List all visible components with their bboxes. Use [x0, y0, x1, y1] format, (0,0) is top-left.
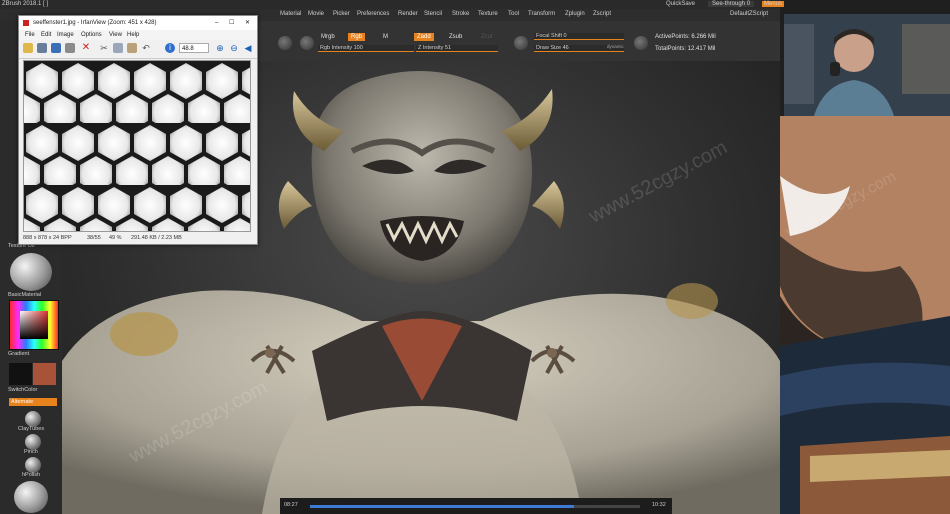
material-preview-icon[interactable]: [10, 253, 52, 291]
viewer-title: seeffenster1.jpg - IrfanView (Zoom: 451 …: [33, 20, 157, 26]
pinch-label: Pinch: [24, 449, 38, 455]
menu-material[interactable]: Material: [280, 11, 301, 17]
see-through-slider[interactable]: See-through 0: [708, 1, 755, 7]
zbrush-title-bar: ZBrush 2018.1 [ ] QuickSave See-through …: [0, 0, 785, 9]
material-sphere-icon[interactable]: [278, 36, 292, 50]
image-dimensions: 888 x 878 x 24 BPP: [23, 235, 72, 241]
hexagon-texture-image: [23, 60, 251, 232]
color-picker[interactable]: [9, 300, 59, 350]
maximize-icon[interactable]: ☐: [229, 16, 234, 30]
pinch-brush-icon[interactable]: [25, 434, 41, 450]
mrgb-button[interactable]: Mrgb: [318, 33, 338, 41]
elapsed-time: 08:27: [284, 502, 298, 508]
menu-texture[interactable]: Texture: [478, 11, 498, 17]
claytubes-brush-icon[interactable]: [25, 411, 41, 427]
hpolish-label: hPolish: [22, 472, 41, 478]
alternate-button[interactable]: Alternate: [9, 398, 57, 406]
z-intensity-slider[interactable]: Z Intensity 51: [416, 45, 498, 52]
zcut-button[interactable]: Zcut: [478, 33, 496, 41]
webcam-person: [784, 14, 950, 116]
brush-preview-icon[interactable]: [14, 481, 48, 513]
app-title: ZBrush 2018.1 [ ]: [2, 1, 49, 7]
zoom-in-icon[interactable]: ⊕: [215, 43, 225, 53]
viewer-menu-options[interactable]: Options: [81, 30, 102, 40]
gradient-label: Gradient: [8, 351, 30, 357]
viewer-menu-view[interactable]: View: [109, 30, 122, 40]
menus-toggle[interactable]: Menus: [762, 1, 785, 7]
viewer-menu-image[interactable]: Image: [57, 30, 74, 40]
rgb-intensity-slider[interactable]: Rgb Intensity 100: [318, 45, 414, 52]
menu-stroke[interactable]: Stroke: [452, 11, 469, 17]
zbrush-toolbar: Mrgb Rgb M Rgb Intensity 100 Zadd Zsub Z…: [256, 21, 780, 62]
close-icon[interactable]: ✕: [245, 16, 250, 30]
viewer-menu-bar: File Edit Image Options View Help: [19, 30, 257, 40]
texture-sphere-icon[interactable]: [300, 36, 314, 50]
menu-stencil[interactable]: Stencil: [424, 11, 442, 17]
menu-render[interactable]: Render: [398, 11, 418, 17]
menu-movie[interactable]: Movie: [308, 11, 324, 17]
progress-track[interactable]: [310, 505, 640, 508]
dynamic-toggle[interactable]: dynamic: [604, 43, 627, 51]
secondary-color-swatch[interactable]: [33, 363, 56, 385]
total-points: TotalPoints: 12.417 Mil: [655, 46, 716, 52]
focal-shift-slider[interactable]: Focal Shift 0: [534, 33, 624, 40]
total-time: 10:32: [652, 502, 666, 508]
slideshow-icon[interactable]: [37, 43, 47, 53]
viewer-menu-help[interactable]: Help: [127, 30, 139, 40]
primary-color-swatch[interactable]: [9, 363, 32, 385]
file-index: 38/55: [87, 235, 101, 241]
mesh-stats-icon: [634, 36, 648, 50]
delete-icon[interactable]: ✕: [81, 43, 91, 53]
viewer-toolbar: ✕ ✂ ↶ i 48.8 ⊕ ⊖ ◀: [19, 40, 257, 59]
viewer-status-bar: 888 x 878 x 24 BPP 38/55 49 % 291.48 KB …: [19, 232, 257, 244]
menu-zscript[interactable]: Zscript: [593, 11, 611, 17]
paste-icon[interactable]: [127, 43, 137, 53]
m-button[interactable]: M: [380, 33, 391, 41]
cut-icon[interactable]: ✂: [99, 43, 109, 53]
copy-icon[interactable]: [113, 43, 123, 53]
irfanview-icon: [23, 20, 29, 26]
rgb-button[interactable]: Rgb: [348, 33, 366, 41]
zoom-select[interactable]: 48.8: [179, 43, 209, 53]
draw-size-icon[interactable]: [514, 36, 528, 50]
menu-picker[interactable]: Picker: [333, 11, 350, 17]
active-points: ActivePoints: 6.266 Mil: [655, 34, 716, 40]
hexagon-pattern: [24, 61, 250, 231]
open-folder-icon[interactable]: [23, 43, 33, 53]
zsub-button[interactable]: Zsub: [446, 33, 465, 41]
zoom-out-icon[interactable]: ⊖: [229, 43, 239, 53]
default-zscript[interactable]: DefaultZScript: [730, 11, 768, 17]
claytubes-label: ClayTubes: [18, 426, 45, 432]
face-closeup: [780, 116, 950, 514]
file-size: 291.48 KB / 2.23 MB: [131, 235, 182, 241]
minimize-icon[interactable]: –: [215, 16, 218, 30]
info-icon[interactable]: i: [165, 43, 175, 53]
save-icon[interactable]: [51, 43, 61, 53]
material-label: BasicMaterial: [8, 292, 42, 298]
quicksave-button[interactable]: QuickSave: [666, 1, 695, 7]
color-picker-square[interactable]: [20, 311, 48, 339]
menu-zplugin[interactable]: Zplugin: [565, 11, 585, 17]
image-viewer-window[interactable]: seeffenster1.jpg - IrfanView (Zoom: 451 …: [18, 15, 258, 245]
menu-transform[interactable]: Transform: [528, 11, 555, 17]
viewer-title-bar[interactable]: seeffenster1.jpg - IrfanView (Zoom: 451 …: [19, 16, 257, 30]
print-icon[interactable]: [65, 43, 75, 53]
zadd-button[interactable]: Zadd: [414, 33, 434, 41]
viewer-menu-file[interactable]: File: [25, 30, 35, 40]
reference-closeup-photo: www.52cgzy.com: [780, 116, 950, 514]
previous-icon[interactable]: ◀: [243, 43, 253, 53]
switch-color-label[interactable]: SwitchColor: [8, 387, 37, 393]
webcam-feed: [784, 14, 950, 116]
viewer-menu-edit[interactable]: Edit: [41, 30, 51, 40]
menu-tool[interactable]: Tool: [508, 11, 519, 17]
undo-icon[interactable]: ↶: [141, 43, 151, 53]
zoom-percent: 49 %: [109, 235, 122, 241]
video-progress-bar[interactable]: 08:27 10:32: [280, 498, 672, 514]
hpolish-brush-icon[interactable]: [25, 457, 41, 473]
menu-preferences[interactable]: Preferences: [357, 11, 389, 17]
progress-fill: [310, 505, 574, 508]
